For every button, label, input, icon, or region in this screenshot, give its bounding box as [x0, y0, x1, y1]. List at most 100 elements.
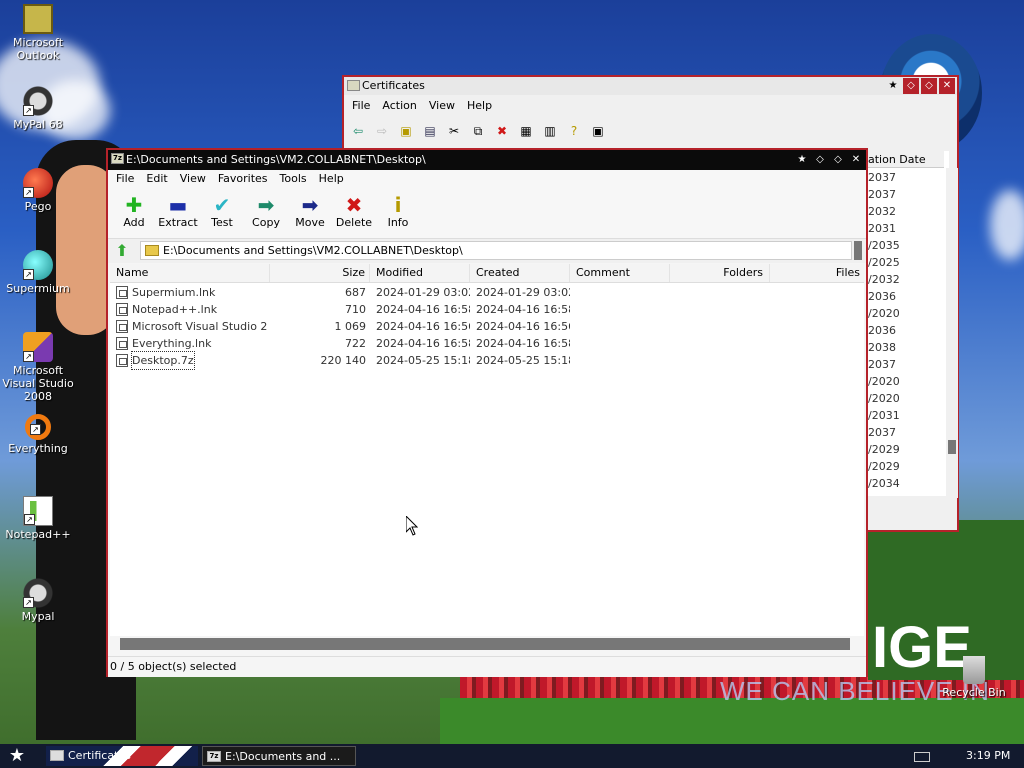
back-arrow-icon[interactable]: ⇦: [350, 123, 366, 139]
certificate-row-date[interactable]: 2037: [868, 188, 896, 201]
column-folders[interactable]: Folders: [670, 264, 770, 282]
taskbar-item-archive[interactable]: 7z E:\Documents and ...: [202, 746, 356, 766]
delete-x-icon: ✖: [345, 193, 363, 217]
file-row[interactable]: Supermium.lnk 687 2024-01-29 03:02 2024-01-…: [110, 284, 864, 301]
extract-button[interactable]: ▬ Extract: [158, 188, 198, 238]
star-icon[interactable]: ★: [885, 78, 901, 94]
close-button[interactable]: ✕: [848, 152, 864, 168]
desktop-icon-visual-studio[interactable]: ↗ Microsoft Visual Studio 2008: [0, 332, 78, 403]
info-button[interactable]: i Info: [378, 188, 418, 238]
delete-button[interactable]: ✖ Delete: [334, 188, 374, 238]
keyboard-icon[interactable]: [914, 752, 930, 762]
certificate-row-date[interactable]: 2037: [868, 171, 896, 184]
file-row[interactable]: Everything.lnk 722 2024-04-16 16:58 2024-04…: [110, 335, 864, 352]
menu-file[interactable]: File: [110, 170, 140, 188]
desktop-icon-mypal68[interactable]: ↗ MyPal 68: [0, 86, 78, 131]
delete-icon[interactable]: ✖: [494, 123, 510, 139]
address-input[interactable]: E:\Documents and Settings\VM2.COLLABNET\…: [140, 241, 852, 260]
column-files[interactable]: Files: [770, 264, 864, 282]
desktop-icon-recycle-bin[interactable]: Recycle Bin: [934, 656, 1014, 699]
file-row[interactable]: Desktop.7z 220 140 2024-05-25 15:18 2024-05…: [110, 351, 864, 370]
column-name[interactable]: Name: [110, 264, 270, 282]
menu-tools[interactable]: Tools: [274, 170, 313, 188]
certificate-row-date[interactable]: /2029: [868, 443, 900, 456]
show-hide-tree-icon[interactable]: ▤: [422, 123, 438, 139]
certificate-row-date[interactable]: 2032: [868, 205, 896, 218]
certificate-row-date[interactable]: /2035: [868, 239, 900, 252]
console-icon[interactable]: ▣: [590, 123, 606, 139]
file-modified: 2024-04-16 16:56: [376, 320, 470, 333]
address-dropdown-button[interactable]: [854, 241, 862, 260]
certificate-row-date[interactable]: /2031: [868, 409, 900, 422]
menu-view[interactable]: View: [174, 170, 212, 188]
certificates-scroll-thumb[interactable]: [948, 440, 956, 454]
help-icon[interactable]: ?: [566, 123, 582, 139]
start-button[interactable]: ★: [6, 746, 28, 766]
forward-arrow-icon[interactable]: ⇨: [374, 123, 390, 139]
test-button[interactable]: ✔ Test: [202, 188, 242, 238]
add-button[interactable]: ✚ Add: [114, 188, 154, 238]
file-row[interactable]: Microsoft Visual Studio 20... 1 069 2024-0…: [110, 318, 864, 335]
certificate-row-date[interactable]: /2034: [868, 477, 900, 490]
desktop-icon-supermium[interactable]: ↗ Supermium: [0, 250, 78, 295]
desktop-icon-label: Pego: [24, 200, 52, 213]
close-button[interactable]: ✕: [939, 78, 955, 94]
certificate-row-date[interactable]: 2031: [868, 222, 896, 235]
taskbar-item-certificates[interactable]: Certificates: [46, 746, 198, 766]
horizontal-scrollbar[interactable]: [120, 638, 850, 650]
menu-help[interactable]: Help: [461, 97, 498, 115]
column-created[interactable]: Created: [470, 264, 570, 282]
file-row[interactable]: Notepad++.lnk 710 2024-04-16 16:58 2024-04-…: [110, 301, 864, 318]
desktop-icon-outlook[interactable]: Microsoft Outlook: [0, 4, 78, 62]
file-icon: [116, 320, 128, 333]
menu-favorites[interactable]: Favorites: [212, 170, 274, 188]
certificates-titlebar[interactable]: Certificates ★ ◇ ◇ ✕: [344, 77, 957, 95]
certificate-row-date[interactable]: /2025: [868, 256, 900, 269]
desktop-icon-mypal[interactable]: ↗ Mypal: [0, 578, 78, 623]
up-one-level-icon[interactable]: ⬆: [114, 242, 130, 260]
star-icon[interactable]: ★: [794, 152, 810, 168]
maximize-button[interactable]: ◇: [921, 78, 937, 94]
desktop-icon-notepadpp[interactable]: ↗ Notepad++: [0, 496, 78, 541]
certificate-row-date[interactable]: /2020: [868, 392, 900, 405]
shortcut-arrow-icon: ↗: [23, 597, 34, 608]
certificate-row-date[interactable]: 2036: [868, 324, 896, 337]
archive-manager-window[interactable]: 7z E:\Documents and Settings\VM2.COLLABN…: [106, 148, 868, 677]
move-button[interactable]: ➡ Move: [290, 188, 330, 238]
file-list[interactable]: Name Size Modified Created Comment Folde…: [110, 264, 864, 636]
copy-icon[interactable]: ⧉: [470, 123, 486, 139]
menu-edit[interactable]: Edit: [140, 170, 173, 188]
minimize-button[interactable]: ◇: [812, 152, 828, 168]
desktop-icon-everything[interactable]: ↗ Everything: [0, 414, 78, 455]
test-label: Test: [211, 216, 233, 229]
column-size[interactable]: Size: [270, 264, 370, 282]
certificate-row-date[interactable]: /2020: [868, 375, 900, 388]
certificate-row-date[interactable]: 2037: [868, 358, 896, 371]
certificate-row-date[interactable]: 2037: [868, 426, 896, 439]
certificate-row-date[interactable]: 2038: [868, 341, 896, 354]
desktop-icon-pego[interactable]: ↗ Pego: [0, 168, 78, 213]
certificate-row-date[interactable]: 2036: [868, 290, 896, 303]
certificate-row-date[interactable]: /2029: [868, 460, 900, 473]
column-modified[interactable]: Modified: [370, 264, 470, 282]
export-icon[interactable]: ▥: [542, 123, 558, 139]
menu-file[interactable]: File: [346, 97, 376, 115]
archive-title: E:\Documents and Settings\VM2.COLLABNET\…: [126, 153, 426, 166]
clock[interactable]: 3:19 PM: [966, 744, 1010, 768]
menu-help[interactable]: Help: [313, 170, 350, 188]
column-comment[interactable]: Comment: [570, 264, 670, 282]
menu-action[interactable]: Action: [376, 97, 422, 115]
file-name: Supermium.lnk: [132, 286, 216, 299]
file-created: 2024-01-29 03:02: [476, 286, 570, 299]
up-folder-icon[interactable]: ▣: [398, 123, 414, 139]
properties-icon[interactable]: ▦: [518, 123, 534, 139]
certificate-row-date[interactable]: /2020: [868, 307, 900, 320]
certificate-row-date[interactable]: /2032: [868, 273, 900, 286]
column-expiration-date[interactable]: ation Date: [864, 151, 944, 168]
copy-button[interactable]: ➡ Copy: [246, 188, 286, 238]
minimize-button[interactable]: ◇: [903, 78, 919, 94]
maximize-button[interactable]: ◇: [830, 152, 846, 168]
menu-view[interactable]: View: [423, 97, 461, 115]
archive-titlebar[interactable]: 7z E:\Documents and Settings\VM2.COLLABN…: [108, 150, 866, 170]
cut-icon[interactable]: ✂: [446, 123, 462, 139]
